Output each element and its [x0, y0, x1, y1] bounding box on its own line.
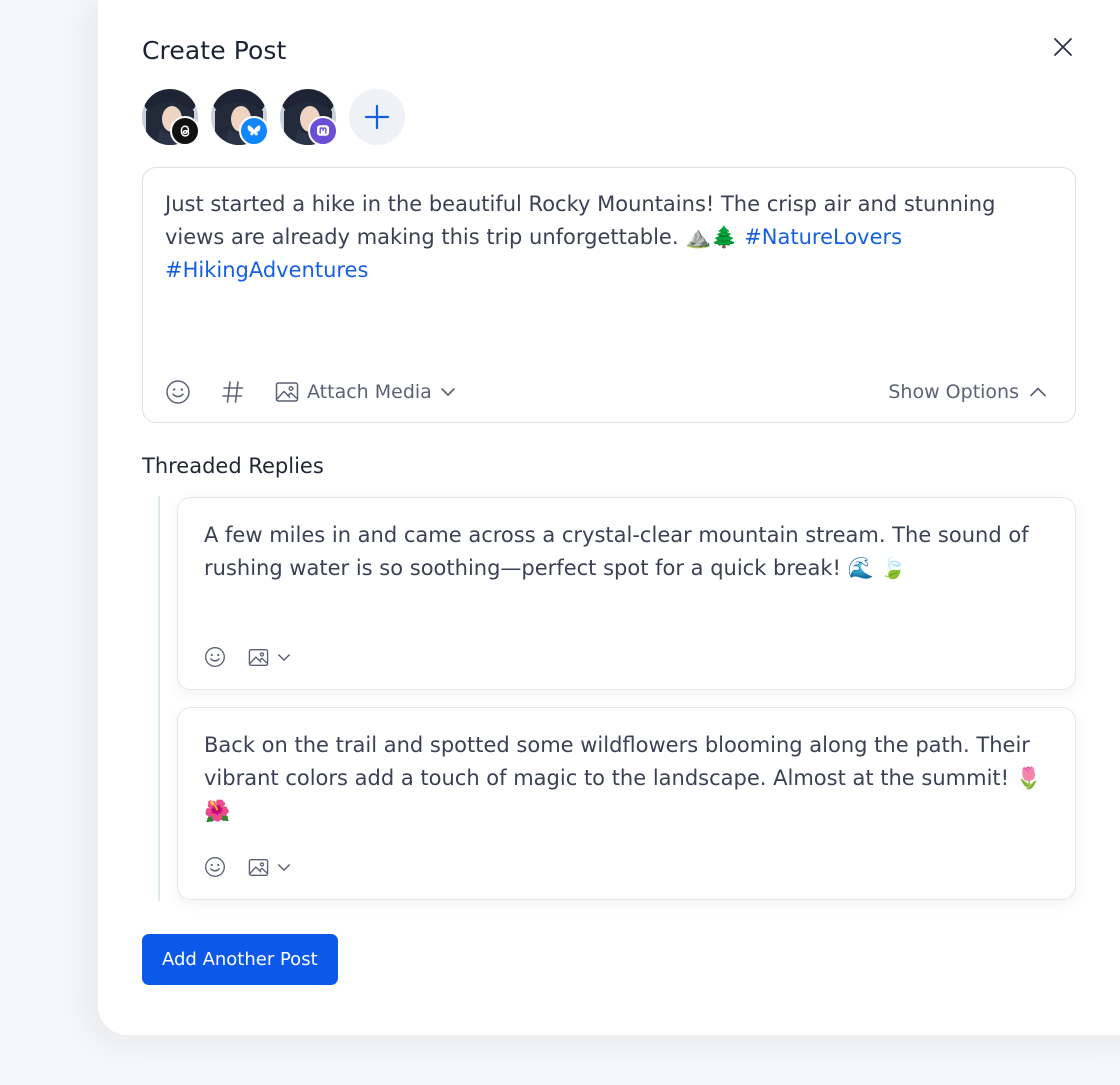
reply-emoji-button[interactable] [204, 646, 226, 668]
add-another-post-button[interactable]: Add Another Post [142, 934, 338, 985]
reply-emoji-button[interactable] [204, 856, 226, 878]
modal-title: Create Post [142, 36, 287, 65]
smiley-icon [205, 647, 225, 667]
selected-accounts [142, 89, 405, 146]
account-threads[interactable] [142, 89, 200, 146]
chevron-down-icon [441, 388, 455, 396]
image-icon [248, 858, 269, 876]
create-post-modal: Create Post Just started a hike in the b… [97, 0, 1120, 1035]
reply-card[interactable]: Back on the trail and spotted some wildf… [177, 707, 1076, 900]
add-account-button[interactable] [349, 89, 405, 145]
reply-text[interactable]: A few miles in and came across a crystal… [204, 519, 1054, 585]
show-options-button[interactable]: Show Options [888, 381, 1047, 403]
chevron-down-icon [278, 863, 290, 871]
chevron-down-icon [278, 653, 290, 661]
show-options-label: Show Options [888, 381, 1019, 403]
smiley-icon [205, 857, 225, 877]
bluesky-butterfly-icon [239, 116, 269, 146]
image-icon [275, 382, 299, 402]
account-bluesky[interactable] [211, 89, 269, 146]
attach-media-button[interactable]: Attach Media [275, 381, 456, 403]
threaded-replies-title: Threaded Replies [142, 454, 324, 478]
reply-toolbar [204, 646, 291, 668]
post-composer[interactable]: Just started a hike in the beautiful Roc… [142, 167, 1076, 423]
close-button[interactable] [1048, 32, 1078, 62]
mastodon-logo-icon [308, 116, 338, 146]
post-text-area[interactable]: Just started a hike in the beautiful Roc… [165, 188, 1055, 287]
plus-icon [364, 104, 390, 130]
reply-text[interactable]: Back on the trail and spotted some wildf… [204, 729, 1054, 828]
reply-attach-media-button[interactable] [248, 858, 291, 877]
smiley-icon [166, 380, 190, 404]
close-icon [1054, 38, 1072, 56]
chevron-up-icon [1030, 387, 1046, 397]
hashtag-icon [222, 381, 244, 403]
reply-card[interactable]: A few miles in and came across a crystal… [177, 497, 1076, 690]
reply-attach-media-button[interactable] [248, 648, 291, 667]
threads-logo-icon [170, 116, 200, 146]
hashtag-link[interactable]: #HikingAdventures [165, 258, 368, 282]
reply-toolbar [204, 856, 291, 878]
hashtag-link[interactable]: #NatureLovers [744, 225, 902, 249]
hashtag-button[interactable] [221, 379, 245, 405]
emoji-button[interactable] [165, 379, 191, 405]
composer-toolbar: Attach Media Show Options [165, 377, 1047, 407]
image-icon [248, 648, 269, 666]
attach-media-label: Attach Media [307, 381, 432, 403]
thread-connector-line [158, 496, 160, 901]
account-mastodon[interactable] [280, 89, 338, 146]
